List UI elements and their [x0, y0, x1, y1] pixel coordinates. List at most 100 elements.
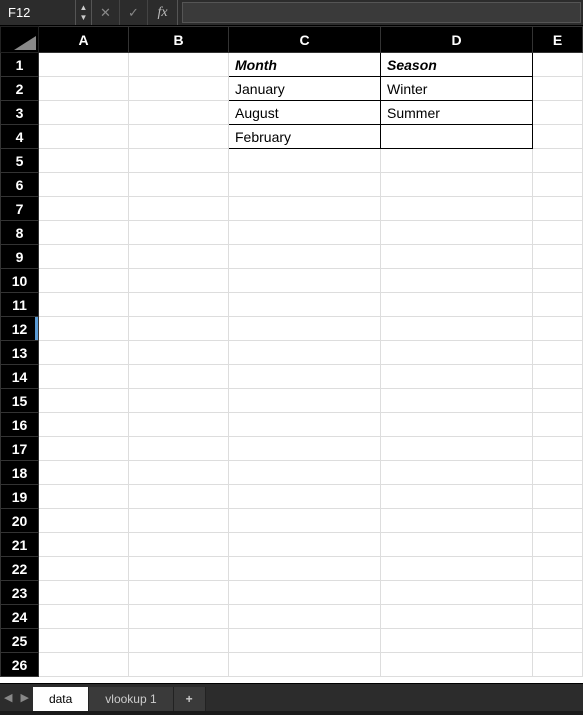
row-header-3[interactable]: 3 — [1, 101, 39, 125]
row-header-12[interactable]: 12 — [1, 317, 39, 341]
cell-A18[interactable] — [39, 461, 129, 485]
cell-A2[interactable] — [39, 77, 129, 101]
row-header-8[interactable]: 8 — [1, 221, 39, 245]
cell-E14[interactable] — [533, 365, 583, 389]
cell-C14[interactable] — [229, 365, 381, 389]
formula-input[interactable] — [182, 2, 581, 23]
cell-C10[interactable] — [229, 269, 381, 293]
row-header-24[interactable]: 24 — [1, 605, 39, 629]
cell-A16[interactable] — [39, 413, 129, 437]
cell-A11[interactable] — [39, 293, 129, 317]
row-header-23[interactable]: 23 — [1, 581, 39, 605]
cell-E7[interactable] — [533, 197, 583, 221]
cell-C24[interactable] — [229, 605, 381, 629]
row-header-13[interactable]: 13 — [1, 341, 39, 365]
cell-C4[interactable]: February — [229, 125, 381, 149]
cell-B25[interactable] — [129, 629, 229, 653]
cell-E18[interactable] — [533, 461, 583, 485]
cell-B5[interactable] — [129, 149, 229, 173]
select-all-corner[interactable] — [1, 27, 39, 53]
cell-C20[interactable] — [229, 509, 381, 533]
cell-A5[interactable] — [39, 149, 129, 173]
row-header-20[interactable]: 20 — [1, 509, 39, 533]
cell-D17[interactable] — [381, 437, 533, 461]
cell-C1[interactable]: Month — [229, 53, 381, 77]
cell-E5[interactable] — [533, 149, 583, 173]
cell-B4[interactable] — [129, 125, 229, 149]
cell-A7[interactable] — [39, 197, 129, 221]
cell-C13[interactable] — [229, 341, 381, 365]
row-header-11[interactable]: 11 — [1, 293, 39, 317]
cell-D2[interactable]: Winter — [381, 77, 533, 101]
column-header-C[interactable]: C — [229, 27, 381, 53]
row-header-4[interactable]: 4 — [1, 125, 39, 149]
cell-B12[interactable] — [129, 317, 229, 341]
cell-B7[interactable] — [129, 197, 229, 221]
tab-next-icon[interactable]: ▶ — [20, 691, 28, 704]
cell-E21[interactable] — [533, 533, 583, 557]
cell-A10[interactable] — [39, 269, 129, 293]
stepper-down-icon[interactable]: ▼ — [77, 13, 91, 23]
cell-D23[interactable] — [381, 581, 533, 605]
cell-C11[interactable] — [229, 293, 381, 317]
column-header-D[interactable]: D — [381, 27, 533, 53]
cell-A12[interactable] — [39, 317, 129, 341]
cell-D24[interactable] — [381, 605, 533, 629]
cell-C17[interactable] — [229, 437, 381, 461]
cell-C15[interactable] — [229, 389, 381, 413]
cell-D19[interactable] — [381, 485, 533, 509]
cell-B14[interactable] — [129, 365, 229, 389]
cell-D15[interactable] — [381, 389, 533, 413]
row-header-15[interactable]: 15 — [1, 389, 39, 413]
cell-D13[interactable] — [381, 341, 533, 365]
cell-A3[interactable] — [39, 101, 129, 125]
cell-E8[interactable] — [533, 221, 583, 245]
cell-E25[interactable] — [533, 629, 583, 653]
cell-A6[interactable] — [39, 173, 129, 197]
fx-label[interactable]: fx — [148, 0, 178, 25]
cell-B9[interactable] — [129, 245, 229, 269]
cell-E3[interactable] — [533, 101, 583, 125]
cell-A23[interactable] — [39, 581, 129, 605]
cell-B15[interactable] — [129, 389, 229, 413]
sheet-tab[interactable]: vlookup 1 — [89, 687, 173, 711]
row-header-2[interactable]: 2 — [1, 77, 39, 101]
cell-B11[interactable] — [129, 293, 229, 317]
stepper-up-icon[interactable]: ▲ — [77, 3, 91, 13]
cell-A9[interactable] — [39, 245, 129, 269]
cell-D4[interactable] — [381, 125, 533, 149]
cell-C26[interactable] — [229, 653, 381, 677]
cell-D26[interactable] — [381, 653, 533, 677]
cancel-formula-button[interactable]: ✕ — [92, 0, 120, 25]
cell-D21[interactable] — [381, 533, 533, 557]
cell-A26[interactable] — [39, 653, 129, 677]
cell-A20[interactable] — [39, 509, 129, 533]
column-header-A[interactable]: A — [39, 27, 129, 53]
cell-B21[interactable] — [129, 533, 229, 557]
cell-B10[interactable] — [129, 269, 229, 293]
cell-B20[interactable] — [129, 509, 229, 533]
row-header-18[interactable]: 18 — [1, 461, 39, 485]
cell-D3[interactable]: Summer — [381, 101, 533, 125]
cell-A14[interactable] — [39, 365, 129, 389]
cell-E24[interactable] — [533, 605, 583, 629]
row-header-1[interactable]: 1 — [1, 53, 39, 77]
cell-D10[interactable] — [381, 269, 533, 293]
row-header-9[interactable]: 9 — [1, 245, 39, 269]
cell-D11[interactable] — [381, 293, 533, 317]
accept-formula-button[interactable]: ✓ — [120, 0, 148, 25]
cell-B17[interactable] — [129, 437, 229, 461]
cell-C2[interactable]: January — [229, 77, 381, 101]
row-header-22[interactable]: 22 — [1, 557, 39, 581]
cell-E20[interactable] — [533, 509, 583, 533]
cell-A22[interactable] — [39, 557, 129, 581]
row-header-6[interactable]: 6 — [1, 173, 39, 197]
name-box[interactable]: F12 — [0, 0, 76, 25]
cell-D18[interactable] — [381, 461, 533, 485]
cell-E11[interactable] — [533, 293, 583, 317]
sheet-tab[interactable]: data — [33, 687, 89, 711]
cell-B3[interactable] — [129, 101, 229, 125]
row-header-16[interactable]: 16 — [1, 413, 39, 437]
name-box-stepper[interactable]: ▲ ▼ — [76, 0, 92, 25]
cell-C19[interactable] — [229, 485, 381, 509]
